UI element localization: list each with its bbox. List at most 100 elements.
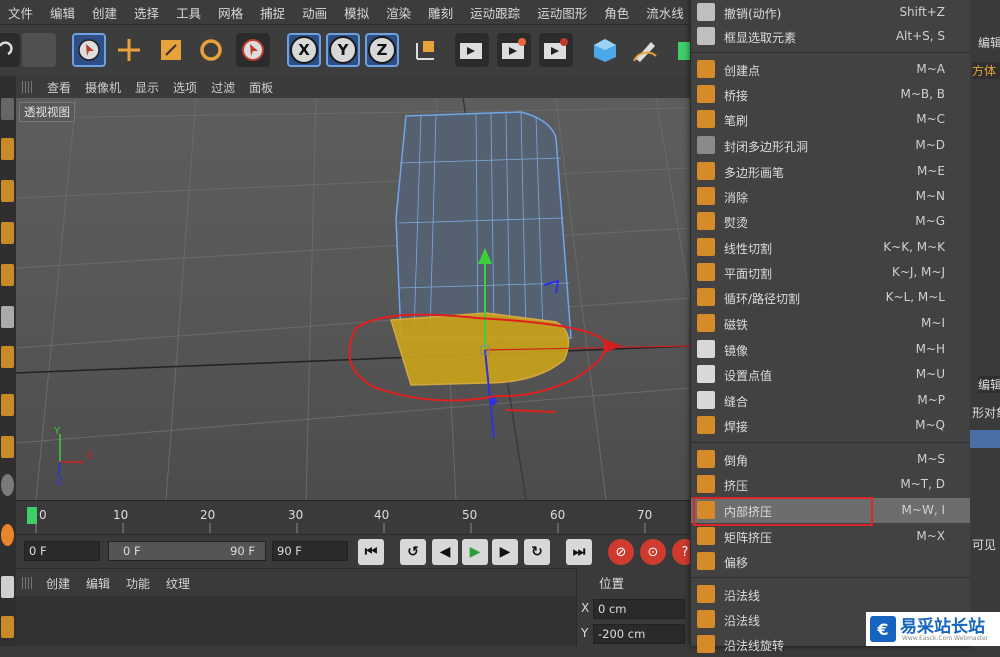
material-manager-area[interactable] [16, 596, 576, 646]
menu-item-plane-cut[interactable]: 平面切割 K~J, M~J [691, 260, 971, 285]
menu-item-line-cut[interactable]: 线性切割 K~K, M~K [691, 235, 971, 260]
menu-animate[interactable]: 动画 [294, 3, 336, 22]
viewport-menu-view[interactable]: 查看 [40, 79, 78, 96]
end-frame-field[interactable]: 90 F [272, 541, 348, 561]
menu-item-bridge[interactable]: 桥接 M~B, B [691, 82, 971, 107]
model-mode-icon[interactable] [1, 138, 14, 160]
undo-icon[interactable] [0, 33, 20, 67]
timeline-ruler[interactable]: 0 10 20 30 40 50 60 70 [16, 500, 690, 535]
menu-character[interactable]: 角色 [596, 3, 638, 22]
viewport-menu-options[interactable]: 选项 [166, 79, 204, 96]
rotate-icon[interactable] [194, 33, 228, 67]
playhead[interactable] [27, 507, 37, 524]
cube-icon[interactable] [588, 33, 622, 67]
menu-snap[interactable]: 捕捉 [252, 3, 294, 22]
menu-edit[interactable]: 编辑 [42, 3, 84, 22]
menu-simulate[interactable]: 模拟 [336, 3, 378, 22]
record-active-icon[interactable]: ⊘ [608, 539, 634, 565]
next-frame-button[interactable]: ▶ [492, 539, 518, 565]
grip-icon[interactable] [22, 81, 32, 93]
menu-item-undo[interactable]: 撤销(动作) Shift+Z [691, 0, 971, 25]
menu-item-bevel[interactable]: 倒角 M~S [691, 447, 971, 472]
menu-item-normal-move[interactable]: 沿法线 [691, 582, 971, 607]
coord-x-field[interactable]: 0 cm [593, 599, 685, 619]
material-icon[interactable] [1, 576, 14, 598]
edges-mode-icon[interactable] [1, 306, 14, 328]
menu-item-create-point[interactable]: 创建点 M~A [691, 57, 971, 82]
menu-item-frame-selected[interactable]: 框显选取元素 Alt+S, S [691, 24, 971, 49]
right-panel-edit-tab-2[interactable]: 编辑 [978, 376, 1000, 393]
polygons-mode-icon[interactable] [1, 346, 14, 368]
viewport-menu-camera[interactable]: 摄像机 [78, 79, 128, 96]
menu-item-iron[interactable]: 熨烫 M~G [691, 209, 971, 234]
coord-y-field[interactable]: -200 cm [593, 624, 685, 644]
right-panel-selected-row[interactable] [970, 430, 1000, 448]
tag-icon[interactable] [1, 616, 14, 638]
menu-item-mirror[interactable]: 镜像 M~H [691, 337, 971, 362]
menu-select[interactable]: 选择 [126, 3, 168, 22]
x-axis-arrow-icon[interactable] [604, 339, 622, 353]
recent-tool-icon[interactable] [236, 33, 270, 67]
viewport-menu-display[interactable]: 显示 [128, 79, 166, 96]
menu-item-offset[interactable]: 偏移 [691, 549, 971, 574]
z-axis-knob[interactable] [489, 397, 497, 405]
material-menu-texture[interactable]: 纹理 [158, 575, 198, 592]
material-menu-create[interactable]: 创建 [38, 575, 78, 592]
render-settings-icon[interactable] [539, 33, 573, 67]
menu-pipeline[interactable]: 流水线 [638, 3, 693, 22]
render-picture-viewer-icon[interactable] [497, 33, 531, 67]
axis-x-button[interactable]: X [287, 33, 321, 67]
go-to-previous-key-button[interactable]: ↺ [400, 539, 426, 565]
pen-icon[interactable] [628, 33, 662, 67]
menu-item-loop-cut[interactable]: 循环/路径切割 K~L, M~L [691, 285, 971, 310]
menu-create[interactable]: 创建 [84, 3, 126, 22]
locking-icon[interactable] [1, 474, 14, 496]
menu-item-weld[interactable]: 焊接 M~Q [691, 413, 971, 438]
menu-item-close-hole[interactable]: 封闭多边形孔洞 M~D [691, 133, 971, 158]
menu-item-matrix-extrude[interactable]: 矩阵挤压 M~X [691, 524, 971, 549]
material-menu-function[interactable]: 功能 [118, 575, 158, 592]
go-to-next-key-button[interactable]: ↻ [524, 539, 550, 565]
redo-icon[interactable] [22, 33, 56, 67]
menu-motion-tracking[interactable]: 运动跟踪 [462, 3, 529, 22]
move-icon[interactable] [112, 33, 146, 67]
go-to-start-button[interactable]: ⏮ [358, 539, 384, 565]
previous-frame-button[interactable]: ◀ [432, 539, 458, 565]
perspective-viewport[interactable]: Y X Z 透视视图 [16, 98, 690, 500]
menu-item-magnet[interactable]: 磁铁 M~I [691, 311, 971, 336]
viewport-menu-panel[interactable]: 面板 [242, 79, 280, 96]
menu-item-set-point-value[interactable]: 设置点值 M~U [691, 362, 971, 387]
scale-icon[interactable] [154, 33, 188, 67]
autokey-icon[interactable]: ⊙ [640, 539, 666, 565]
menu-render[interactable]: 渲染 [378, 3, 420, 22]
points-mode-icon[interactable] [1, 264, 14, 286]
right-panel-edit-tab[interactable]: 编辑 [978, 34, 1000, 51]
menu-item-stitch[interactable]: 缝合 M~P [691, 388, 971, 413]
menu-mesh[interactable]: 网格 [210, 3, 252, 22]
coordinate-system-icon[interactable] [408, 33, 442, 67]
play-button[interactable]: ▶ [462, 539, 488, 565]
right-panel-object[interactable]: 方体 [972, 62, 1000, 79]
timeline-tool-icon[interactable] [1, 524, 14, 546]
axis-mode-icon[interactable] [1, 394, 14, 416]
menu-file[interactable]: 文件 [0, 3, 42, 22]
menu-mograph[interactable]: 运动图形 [529, 3, 596, 22]
make-editable-icon[interactable] [1, 98, 14, 120]
render-view-icon[interactable] [455, 33, 489, 67]
material-menu-edit[interactable]: 编辑 [78, 575, 118, 592]
menu-item-polygon-pen[interactable]: 多边形画笔 M~E [691, 159, 971, 184]
workplane-icon[interactable] [1, 222, 14, 244]
texture-mode-icon[interactable] [1, 180, 14, 202]
go-to-end-button[interactable]: ⏭ [566, 539, 592, 565]
menu-item-brush[interactable]: 笔刷 M~C [691, 107, 971, 132]
menu-item-extrude[interactable]: 挤压 M~T, D [691, 472, 971, 497]
snap-icon[interactable] [1, 436, 14, 458]
grip-icon[interactable] [22, 577, 32, 589]
axis-z-button[interactable]: Z [365, 33, 399, 67]
preview-range-slider[interactable]: 0 F 90 F [108, 541, 266, 561]
live-select-button[interactable] [72, 33, 106, 67]
menu-sculpt[interactable]: 雕刻 [420, 3, 462, 22]
axis-y-button[interactable]: Y [326, 33, 360, 67]
viewport-menu-filter[interactable]: 过滤 [204, 79, 242, 96]
menu-tools[interactable]: 工具 [168, 3, 210, 22]
